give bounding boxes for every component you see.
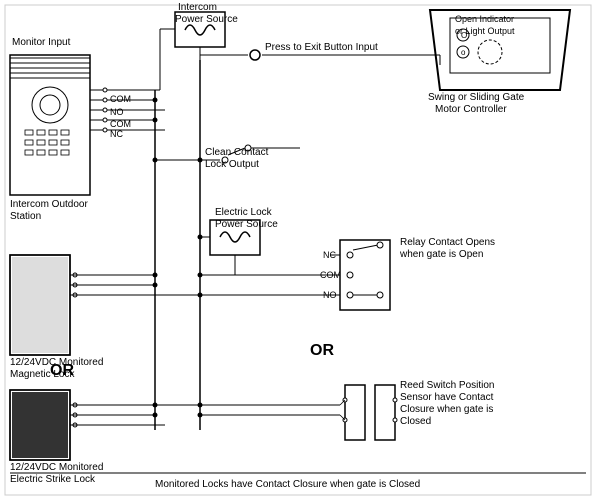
svg-text:Open Indicator: Open Indicator — [455, 14, 514, 24]
svg-text:Monitor Input: Monitor Input — [12, 37, 71, 48]
svg-text:Electric Lock: Electric Lock — [215, 207, 273, 218]
svg-text:Clean Contact: Clean Contact — [205, 147, 269, 158]
svg-text:Closed: Closed — [400, 416, 431, 427]
svg-text:Station: Station — [10, 211, 41, 222]
svg-text:COM: COM — [110, 94, 131, 104]
svg-text:Sensor have Contact: Sensor have Contact — [400, 392, 494, 403]
svg-text:Power Source: Power Source — [175, 14, 238, 25]
svg-text:Relay Contact Opens: Relay Contact Opens — [400, 237, 495, 248]
svg-text:Power Source: Power Source — [215, 219, 278, 230]
wiring-diagram: COM NO COM NC — [0, 0, 596, 500]
svg-text:Magnetic Lock: Magnetic Lock — [10, 369, 75, 380]
svg-text:when gate is Open: when gate is Open — [399, 249, 483, 260]
svg-text:Electric Strike Lock: Electric Strike Lock — [10, 474, 96, 485]
svg-text:Lock Output: Lock Output — [205, 159, 259, 170]
svg-text:12/24VDC Monitored: 12/24VDC Monitored — [10, 462, 103, 473]
svg-text:Intercom: Intercom — [178, 2, 217, 13]
svg-text:Reed Switch Position: Reed Switch Position — [400, 380, 495, 391]
svg-text:Intercom Outdoor: Intercom Outdoor — [10, 199, 88, 210]
svg-text:or Light Output: or Light Output — [455, 26, 515, 36]
svg-text:12/24VDC Monitored: 12/24VDC Monitored — [10, 357, 103, 368]
svg-text:OR: OR — [310, 342, 334, 359]
svg-text:Monitored Locks have Contact C: Monitored Locks have Contact Closure whe… — [155, 479, 420, 490]
svg-text:NO: NO — [110, 107, 124, 117]
svg-text:Closure when gate is: Closure when gate is — [400, 404, 493, 415]
svg-text:Motor Controller: Motor Controller — [435, 104, 507, 115]
svg-text:Press to Exit Button Input: Press to Exit Button Input — [265, 42, 378, 53]
svg-text:Swing or Sliding Gate: Swing or Sliding Gate — [428, 92, 525, 103]
svg-text:o: o — [461, 48, 466, 57]
